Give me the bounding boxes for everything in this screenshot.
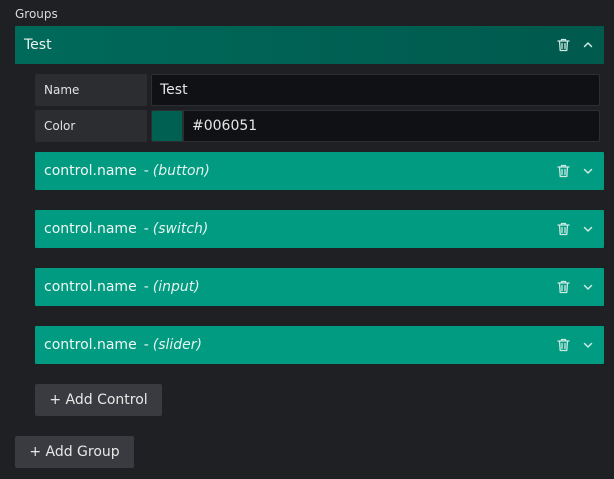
add-control-button[interactable]: + Add Control — [35, 384, 162, 416]
color-label: Color — [35, 110, 147, 142]
control-name: control.name — [44, 221, 137, 237]
chevron-down-icon[interactable] — [581, 279, 595, 295]
groups-editor: Groups Test Name Test Color #006051 cont… — [0, 0, 614, 479]
control-separator: - — [143, 221, 149, 237]
control-row[interactable]: control.name - (button) — [35, 152, 604, 190]
control-separator: - — [143, 279, 149, 295]
control-type: (slider) — [152, 337, 203, 353]
control-type: (switch) — [152, 221, 209, 237]
color-field-row: Color #006051 — [35, 110, 600, 142]
trash-icon[interactable] — [556, 37, 570, 53]
trash-icon[interactable] — [556, 221, 570, 237]
control-separator: - — [143, 337, 149, 353]
color-input[interactable]: #006051 — [183, 110, 600, 142]
name-input[interactable]: Test — [151, 74, 600, 106]
control-row[interactable]: control.name - (switch) — [35, 210, 604, 248]
color-swatch[interactable] — [151, 110, 183, 142]
trash-icon[interactable] — [556, 163, 570, 179]
groups-section-label: Groups — [15, 7, 58, 21]
control-type: (button) — [152, 163, 210, 179]
chevron-down-icon[interactable] — [581, 163, 595, 179]
control-separator: - — [143, 163, 149, 179]
control-name: control.name — [44, 337, 137, 353]
control-row[interactable]: control.name - (input) — [35, 268, 604, 306]
control-row[interactable]: control.name - (slider) — [35, 326, 604, 364]
trash-icon[interactable] — [556, 279, 570, 295]
control-name: control.name — [44, 163, 137, 179]
control-name: control.name — [44, 279, 137, 295]
chevron-down-icon[interactable] — [581, 337, 595, 353]
name-label: Name — [35, 74, 147, 106]
chevron-down-icon[interactable] — [581, 221, 595, 237]
control-type: (input) — [152, 279, 200, 295]
add-group-button[interactable]: + Add Group — [15, 436, 134, 468]
group-title: Test — [24, 37, 52, 53]
group-header[interactable]: Test — [15, 26, 604, 64]
chevron-up-icon[interactable] — [581, 37, 595, 53]
name-field-row: Name Test — [35, 74, 600, 106]
trash-icon[interactable] — [556, 337, 570, 353]
